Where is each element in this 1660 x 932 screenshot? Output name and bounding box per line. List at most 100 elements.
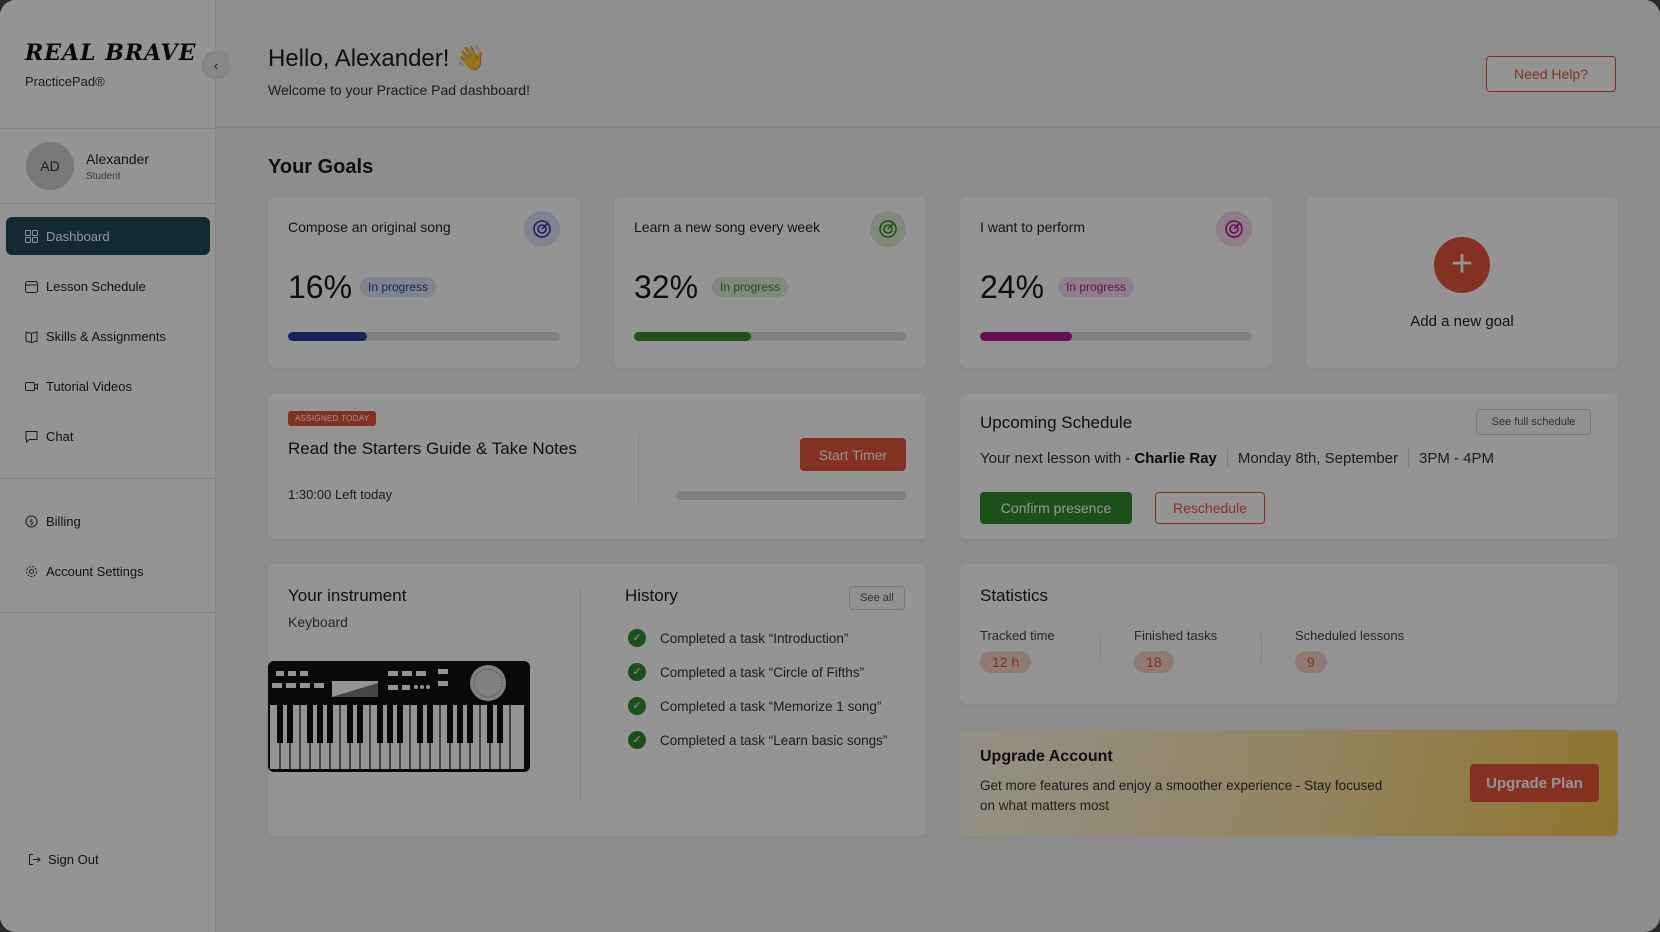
sidebar-item-label: Lesson Schedule — [46, 278, 146, 294]
history-item: ✓ Completed a task “Learn basic songs” — [628, 730, 888, 751]
stat-tracked-time: Tracked time 12 h — [980, 628, 1055, 673]
history-item-text: Completed a task “Circle of Fifths” — [660, 665, 865, 680]
goal-percent: 32% — [634, 269, 699, 305]
stat-label: Tracked time — [980, 628, 1055, 643]
sidebar-item-skills-assignments[interactable]: Skills & Assignments — [6, 317, 210, 355]
see-all-history-button[interactable]: See all — [849, 586, 905, 610]
target-icon — [870, 211, 906, 247]
goals-section-title: Your Goals — [268, 156, 374, 178]
check-icon: ✓ — [628, 731, 646, 749]
lesson-date: Monday 8th, September — [1237, 449, 1398, 467]
video-icon — [24, 379, 38, 393]
add-goal-label: Add a new goal — [1410, 313, 1514, 330]
goal-card[interactable]: Compose an original song 16% In progress — [268, 197, 580, 368]
assigned-today-tag: ASSIGNED TODAY — [288, 411, 377, 426]
dashboard-icon — [24, 229, 38, 243]
statistics-title: Statistics — [980, 586, 1049, 605]
divider — [1226, 449, 1228, 467]
calendar-icon — [24, 279, 38, 293]
brand: REAL BRAVE PracticePad® — [25, 40, 196, 89]
add-goal-card[interactable]: + Add a new goal — [1306, 197, 1618, 368]
sidebar-divider — [0, 203, 216, 204]
stat-label: Finished tasks — [1134, 628, 1218, 643]
status-badge: In progress — [360, 277, 437, 297]
need-help-button[interactable]: Need Help? — [1486, 56, 1616, 92]
sidebar-item-tutorial-videos[interactable]: Tutorial Videos — [6, 367, 210, 405]
chevron-left-icon: ‹ — [213, 57, 219, 73]
sidebar-item-label: Chat — [46, 428, 74, 444]
history-list: ✓ Completed a task “Introduction” ✓ Comp… — [628, 628, 888, 764]
divider — [580, 588, 581, 800]
see-full-schedule-button[interactable]: See full schedule — [1476, 409, 1591, 435]
avatar[interactable]: AD — [26, 142, 74, 190]
check-icon: ✓ — [628, 697, 646, 715]
sidebar-item-label: Account Settings — [46, 563, 144, 579]
target-icon — [1216, 211, 1252, 247]
reschedule-button[interactable]: Reschedule — [1155, 492, 1265, 524]
history-item-text: Completed a task “Learn basic songs” — [660, 733, 888, 748]
upcoming-schedule-card: Upcoming Schedule See full schedule Your… — [960, 393, 1618, 539]
goal-title: Learn a new song every week — [634, 219, 820, 235]
stat-value: 9 — [1295, 651, 1327, 673]
stat-scheduled-lessons: Scheduled lessons 9 — [1295, 628, 1404, 673]
history-item-text: Completed a task “Introduction” — [660, 631, 849, 646]
sidebar-item-label: Skills & Assignments — [46, 328, 166, 344]
gear-icon — [24, 564, 38, 578]
user-profile[interactable]: AD Alexander Student — [26, 142, 149, 190]
sign-out-button[interactable]: Sign Out — [28, 852, 99, 867]
goal-percent: 24% — [980, 269, 1045, 305]
divider — [1261, 634, 1262, 662]
history-title: History — [625, 586, 678, 605]
page-title: Hello, Alexander! 👋 — [268, 45, 486, 72]
sidebar-item-label: Billing — [46, 513, 81, 529]
goal-card[interactable]: Learn a new song every week 32% In progr… — [614, 197, 926, 368]
sign-out-label: Sign Out — [48, 852, 99, 867]
goal-progress-bar — [288, 332, 560, 341]
sidebar: REAL BRAVE PracticePad® AD Alexander Stu… — [0, 0, 216, 932]
goal-percent: 16% — [288, 269, 353, 305]
app-window: REAL BRAVE PracticePad® AD Alexander Stu… — [0, 0, 1660, 932]
goal-card[interactable]: I want to perform 24% In progress — [960, 197, 1272, 368]
instrument-title: Your instrument — [288, 586, 407, 605]
upgrade-title: Upgrade Account — [980, 748, 1113, 765]
chat-icon — [24, 429, 38, 443]
schedule-title: Upcoming Schedule — [980, 413, 1133, 432]
assignment-card: ASSIGNED TODAY Read the Starters Guide &… — [268, 393, 926, 539]
sidebar-item-lesson-schedule[interactable]: Lesson Schedule — [6, 267, 210, 305]
timer-progress-bar — [676, 491, 906, 500]
teacher-name: Charlie Ray — [1134, 449, 1217, 467]
target-icon — [524, 211, 560, 247]
instrument-name: Keyboard — [288, 614, 348, 630]
brand-logo[interactable]: REAL BRAVE — [25, 40, 196, 66]
stat-value: 12 h — [980, 651, 1032, 673]
next-lesson-line: Your next lesson with - Charlie Ray Mond… — [980, 449, 1494, 467]
history-item: ✓ Completed a task “Circle of Fifths” — [628, 662, 888, 683]
goal-progress-fill — [634, 332, 751, 341]
check-icon: ✓ — [628, 629, 646, 647]
upgrade-account-card: Upgrade Account Get more features and en… — [960, 730, 1618, 836]
billing-icon: $ — [24, 514, 38, 528]
history-item: ✓ Completed a task “Memorize 1 song” — [628, 696, 888, 717]
brand-product-name: PracticePad® — [25, 74, 105, 89]
next-lesson-prefix: Your next lesson with - — [980, 449, 1131, 467]
plus-icon[interactable]: + — [1434, 237, 1490, 293]
sidebar-item-billing[interactable]: $ Billing — [6, 502, 210, 540]
sidebar-item-chat[interactable]: Chat — [6, 417, 210, 455]
sidebar-item-dashboard[interactable]: Dashboard — [6, 217, 210, 255]
sidebar-divider — [0, 478, 216, 479]
confirm-presence-button[interactable]: Confirm presence — [980, 492, 1132, 524]
stat-label: Scheduled lessons — [1295, 628, 1405, 643]
status-badge: In progress — [1058, 277, 1135, 297]
page-header: Hello, Alexander! 👋 Welcome to your Prac… — [216, 0, 1660, 128]
sidebar-item-account-settings[interactable]: Account Settings — [6, 552, 210, 590]
secondary-nav: $ Billing Account Settings — [6, 502, 210, 602]
goal-title: I want to perform — [980, 219, 1086, 235]
start-timer-button[interactable]: Start Timer — [800, 438, 906, 471]
assignment-title[interactable]: Read the Starters Guide & Take Notes — [288, 439, 577, 459]
sidebar-item-label: Tutorial Videos — [46, 378, 132, 394]
collapse-sidebar-button[interactable]: ‹ — [202, 51, 230, 79]
goal-progress-bar — [634, 332, 906, 341]
upgrade-plan-button[interactable]: Upgrade Plan — [1470, 764, 1599, 802]
status-badge: In progress — [712, 277, 789, 297]
statistics-card: Statistics Tracked time 12 h Finished ta… — [960, 564, 1618, 704]
